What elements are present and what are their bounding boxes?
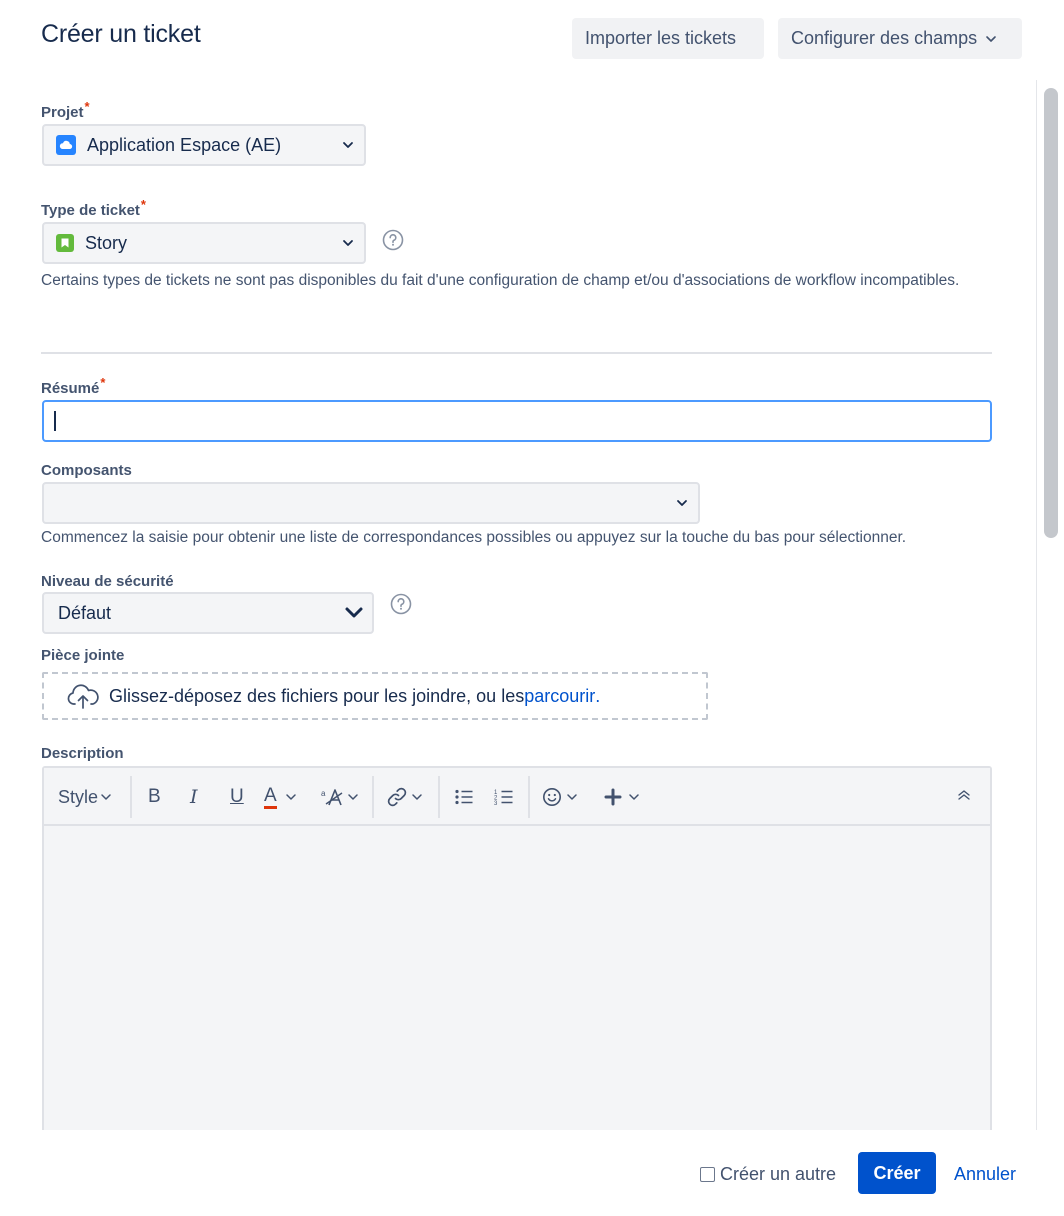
toolbar-separator bbox=[372, 776, 374, 818]
chevron-down-icon bbox=[567, 794, 577, 800]
style-dropdown[interactable]: Style bbox=[58, 784, 112, 810]
underline-glyph: U bbox=[230, 786, 244, 807]
description-label: Description bbox=[41, 745, 124, 762]
text-format-icon: a bbox=[321, 789, 343, 806]
toolbar-separator bbox=[130, 776, 132, 818]
summary-label-text: Résumé bbox=[41, 380, 100, 397]
emoji-dropdown[interactable] bbox=[542, 784, 578, 810]
double-chevron-up-icon bbox=[958, 790, 970, 800]
cloud-upload-icon bbox=[67, 684, 99, 709]
help-icon[interactable] bbox=[390, 593, 412, 615]
link-dropdown[interactable] bbox=[386, 784, 423, 810]
components-hint: Commencez la saisie pour obtenir une lis… bbox=[41, 529, 907, 546]
import-tickets-label: Importer les tickets bbox=[585, 28, 737, 48]
project-label: Projet* bbox=[41, 99, 90, 121]
chevron-down-icon bbox=[285, 794, 296, 800]
issue-type-select[interactable]: Story bbox=[42, 222, 366, 264]
description-editor[interactable]: Style B I U A a 1 2 3 bbox=[42, 766, 992, 1146]
svg-text:a: a bbox=[321, 789, 326, 798]
collapse-toolbar-button[interactable] bbox=[956, 782, 972, 808]
toolbar-separator bbox=[438, 776, 440, 818]
checkbox-box[interactable] bbox=[700, 1167, 715, 1182]
text-color-glyph: A bbox=[264, 785, 277, 809]
browse-link[interactable]: parcourir bbox=[524, 686, 595, 707]
required-mark: * bbox=[100, 375, 106, 390]
required-mark: * bbox=[140, 197, 146, 212]
cloud-project-icon bbox=[56, 135, 76, 155]
chevron-down-icon bbox=[412, 794, 422, 800]
dialog-title: Créer un ticket bbox=[41, 20, 201, 48]
issue-type-hint: Certains types de tickets ne sont pas di… bbox=[41, 272, 960, 289]
attachment-label: Pièce jointe bbox=[41, 647, 125, 664]
insert-dropdown[interactable] bbox=[604, 784, 640, 810]
dialog-footer: Créer un autre Créer Annuler bbox=[0, 1130, 1064, 1216]
chevron-down-icon bbox=[629, 794, 639, 800]
dropzone-text: Glissez-déposez des fichiers pour les jo… bbox=[109, 685, 525, 706]
project-value: Application Espace (AE) bbox=[87, 134, 282, 155]
chevron-down-icon bbox=[343, 142, 353, 148]
issue-type-value: Story bbox=[85, 232, 128, 253]
summary-input[interactable] bbox=[42, 400, 992, 442]
dropzone-suffix: . bbox=[595, 685, 601, 706]
security-value: Défaut bbox=[58, 602, 112, 623]
configure-fields-label: Configurer des champs bbox=[791, 28, 978, 48]
help-icon[interactable] bbox=[382, 229, 404, 251]
create-another-label: Créer un autre bbox=[720, 1164, 837, 1184]
bold-glyph: B bbox=[148, 786, 161, 807]
components-select[interactable] bbox=[42, 482, 700, 524]
create-button[interactable]: Créer bbox=[858, 1152, 936, 1194]
bold-button[interactable]: B bbox=[148, 784, 161, 810]
create-another-checkbox[interactable]: Créer un autre bbox=[700, 1164, 836, 1185]
bullet-list-icon bbox=[455, 789, 473, 805]
attachment-dropzone[interactable]: Glissez-déposez des fichiers pour les jo… bbox=[42, 672, 708, 720]
style-label: Style bbox=[58, 786, 99, 807]
section-divider bbox=[41, 352, 992, 354]
text-cursor bbox=[54, 411, 56, 431]
dialog-header: Créer un ticket Importer les tickets Con… bbox=[0, 0, 1064, 80]
text-color-dropdown[interactable]: A bbox=[264, 784, 297, 810]
project-select[interactable]: Application Espace (AE) bbox=[42, 124, 366, 166]
issue-type-label-text: Type de ticket bbox=[41, 202, 140, 219]
link-icon bbox=[387, 787, 407, 807]
italic-glyph: I bbox=[190, 786, 198, 808]
project-label-text: Projet bbox=[41, 104, 84, 121]
story-icon bbox=[56, 234, 74, 252]
components-label: Composants bbox=[41, 462, 132, 479]
chevron-down-icon bbox=[348, 794, 358, 800]
emoji-icon bbox=[543, 788, 561, 806]
import-tickets-button[interactable]: Importer les tickets bbox=[572, 18, 764, 59]
svg-text:3: 3 bbox=[494, 801, 498, 806]
security-select[interactable]: Défaut bbox=[42, 592, 374, 634]
italic-button[interactable]: I bbox=[190, 784, 198, 810]
toolbar-separator bbox=[528, 776, 530, 818]
chevron-down-icon bbox=[101, 794, 111, 800]
chevron-down-icon bbox=[677, 500, 687, 506]
numbered-list-icon: 1 2 3 bbox=[494, 790, 513, 806]
issue-type-label: Type de ticket* bbox=[41, 197, 146, 219]
chevron-down-icon bbox=[986, 35, 996, 42]
description-content[interactable] bbox=[44, 826, 990, 1144]
underline-button[interactable]: U bbox=[230, 784, 244, 810]
summary-label: Résumé* bbox=[41, 375, 105, 397]
configure-fields-button[interactable]: Configurer des champs bbox=[778, 18, 1022, 59]
scrollbar-thumb[interactable] bbox=[1044, 88, 1058, 538]
security-label: Niveau de sécurité bbox=[41, 573, 174, 590]
bullet-list-button[interactable] bbox=[454, 784, 474, 810]
chevron-down-icon bbox=[343, 240, 353, 246]
chevron-down-icon bbox=[345, 607, 363, 618]
cancel-button[interactable]: Annuler bbox=[954, 1164, 1016, 1185]
editor-toolbar: Style B I U A a 1 2 3 bbox=[44, 768, 990, 826]
more-formatting-dropdown[interactable]: a bbox=[320, 784, 359, 810]
required-mark: * bbox=[84, 99, 90, 114]
numbered-list-button[interactable]: 1 2 3 bbox=[494, 784, 514, 810]
plus-icon bbox=[604, 788, 622, 806]
